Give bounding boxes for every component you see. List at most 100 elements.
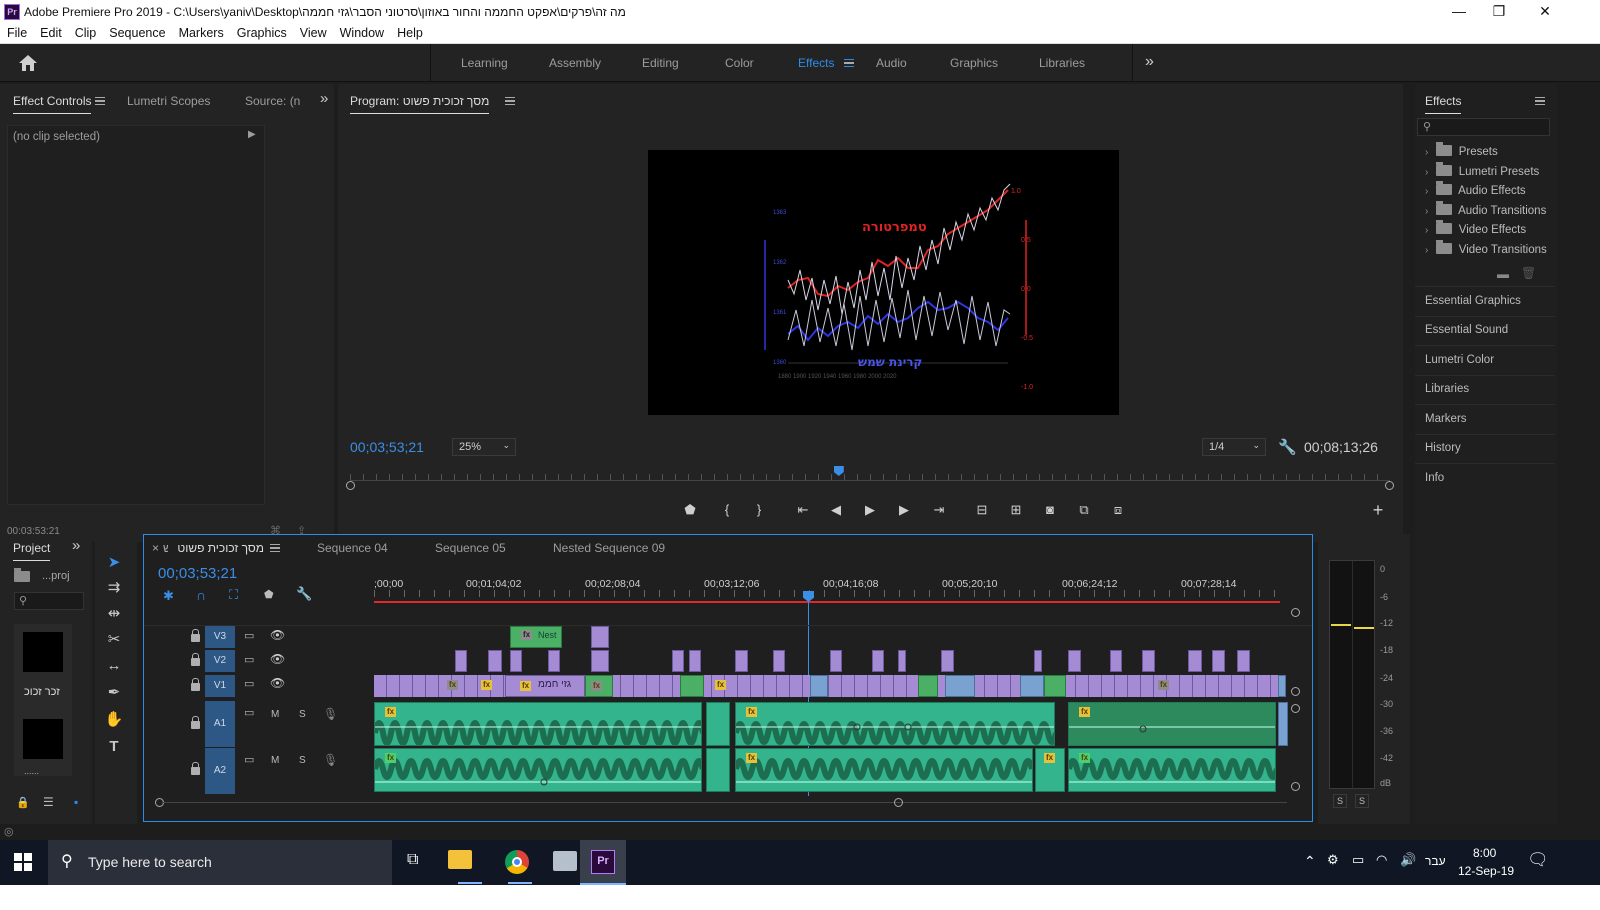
lock-icon[interactable] — [191, 678, 200, 691]
audio-clip[interactable]: fx — [735, 702, 1055, 746]
workspace-audio[interactable]: Audio — [876, 56, 907, 70]
video-clip[interactable] — [1237, 650, 1250, 672]
notifications-icon[interactable]: 🗨 — [1527, 850, 1549, 870]
audio-clip[interactable] — [706, 748, 730, 792]
tab-nested-sequence-09[interactable]: Nested Sequence 09 — [553, 541, 665, 555]
comparison-view-icon[interactable]: ⧉ — [1075, 502, 1093, 518]
list-view-icon[interactable]: ☰ — [43, 795, 54, 809]
video-clip[interactable] — [872, 650, 884, 672]
nest-toggle-icon[interactable]: ✱ — [163, 588, 174, 604]
track-a2-label[interactable]: A2 — [205, 748, 235, 794]
photos-app-icon[interactable] — [553, 851, 577, 871]
project-lock-icon[interactable]: 🔒 — [16, 796, 30, 809]
blue-clip[interactable] — [1020, 675, 1044, 697]
tab-sequence-main[interactable]: מסך זכוכית פשוט — [168, 541, 264, 555]
solo-button[interactable]: S — [299, 709, 306, 720]
green-clip[interactable]: fx — [585, 675, 613, 697]
vertical-scroll-handle[interactable] — [1291, 687, 1300, 696]
chrome-icon[interactable] — [505, 850, 529, 874]
sync-lock-icon[interactable]: ▭ — [244, 706, 254, 719]
tab-lumetri-scopes[interactable]: Lumetri Scopes — [127, 94, 210, 108]
restore-button[interactable]: ❐ — [1484, 2, 1514, 22]
audio-clip[interactable]: fx — [374, 702, 702, 746]
horizontal-scroll-handle[interactable] — [894, 798, 903, 807]
blue-clip[interactable] — [810, 675, 828, 697]
tab-source[interactable]: Source: (n — [245, 94, 300, 108]
lock-icon[interactable] — [191, 653, 200, 666]
close-button[interactable]: ✕ — [1530, 2, 1560, 22]
go-to-out-icon[interactable]: ⇥ — [930, 502, 948, 518]
volume-icon[interactable]: 🔊 — [1400, 852, 1416, 868]
network-icon[interactable]: ⚙ — [1327, 852, 1339, 868]
clock-time[interactable]: 8:00 — [1473, 846, 1496, 860]
step-back-icon[interactable]: ◀ — [827, 502, 845, 518]
thumbnail-sequence[interactable] — [23, 632, 63, 672]
lock-icon[interactable] — [191, 762, 200, 775]
chevron-up-icon[interactable]: ⌃ — [1304, 853, 1316, 870]
audio-clip[interactable] — [1278, 702, 1288, 746]
mark-out-icon[interactable]: } — [750, 502, 768, 518]
audio-clip[interactable]: fx — [735, 748, 1033, 792]
taskbar-search-box[interactable]: ⚲ Type here to search — [48, 840, 392, 885]
file-explorer-icon[interactable] — [448, 850, 472, 869]
ripple-edit-tool-icon[interactable]: ⇹ — [104, 604, 124, 624]
mute-button[interactable]: M — [271, 709, 279, 720]
mute-button[interactable]: M — [271, 755, 279, 766]
video-clip[interactable] — [591, 626, 609, 648]
workspace-libraries[interactable]: Libraries — [1039, 56, 1085, 70]
wifi-icon[interactable]: ◠ — [1376, 852, 1387, 868]
audio-clip[interactable]: fx — [1068, 748, 1276, 792]
effects-menu-icon[interactable] — [1535, 97, 1545, 105]
video-clip[interactable] — [1034, 650, 1042, 672]
icon-view-icon[interactable]: ▪ — [74, 795, 78, 809]
vertical-scroll-handle[interactable] — [1291, 782, 1300, 791]
menu-view[interactable]: View — [293, 24, 333, 40]
tab-effect-controls[interactable]: Effect Controls — [13, 94, 92, 114]
effects-search-input[interactable]: ⚲ — [1417, 118, 1550, 136]
settings-wrench-icon[interactable]: 🔧 — [296, 586, 312, 602]
windows-start-icon[interactable] — [14, 853, 32, 871]
expand-arrow-icon[interactable]: ▶ — [248, 129, 256, 140]
video-clip[interactable] — [672, 650, 684, 672]
solo-right-button[interactable]: S — [1355, 794, 1369, 808]
button-editor-icon[interactable]: + — [1369, 501, 1387, 519]
panel-libraries[interactable]: Libraries — [1425, 383, 1469, 395]
program-scrub-bar[interactable] — [350, 480, 1390, 481]
timeline-timecode[interactable]: 00;03;53;21 — [158, 565, 237, 582]
new-bin-icon[interactable]: ▬ — [1497, 267, 1509, 281]
video-clip[interactable] — [591, 650, 609, 672]
track-v1-label[interactable]: V1 — [205, 675, 235, 697]
tab-sequence-05[interactable]: Sequence 05 — [435, 541, 506, 555]
video-clip[interactable] — [689, 650, 701, 672]
video-clip[interactable] — [455, 650, 467, 672]
menu-help[interactable]: Help — [390, 24, 429, 40]
panel-essential-graphics[interactable]: Essential Graphics — [1425, 295, 1521, 307]
lock-icon[interactable] — [191, 629, 200, 642]
microphone-icon[interactable]: 🎙 — [323, 753, 338, 767]
effects-item-presets[interactable]: › Presets — [1425, 142, 1498, 158]
workspace-learning[interactable]: Learning — [461, 56, 508, 70]
menu-edit[interactable]: Edit — [33, 24, 68, 40]
add-marker-icon[interactable]: ⬟ — [681, 502, 699, 518]
snap-magnet-icon[interactable]: ∩ — [196, 587, 206, 603]
step-forward-icon[interactable]: ▶ — [895, 502, 913, 518]
effects-item-video-effects[interactable]: › Video Effects — [1425, 220, 1526, 236]
track-v2-label[interactable]: V2 — [205, 650, 235, 672]
video-clip[interactable] — [1110, 650, 1122, 672]
slip-tool-icon[interactable]: ↔ — [104, 656, 124, 676]
timeline-menu-icon[interactable] — [270, 544, 280, 552]
video-clip[interactable]: fx גזי חממ — [505, 675, 585, 697]
workspace-effects[interactable]: Effects — [798, 56, 834, 70]
blue-clip[interactable] — [945, 675, 975, 697]
type-tool-icon[interactable]: T — [104, 737, 124, 757]
audio-clip[interactable]: fx — [374, 748, 702, 792]
play-icon[interactable]: ▶ — [861, 502, 879, 518]
blue-clip[interactable] — [1278, 675, 1286, 697]
video-clip[interactable] — [1068, 650, 1081, 672]
video-clip[interactable] — [1142, 650, 1155, 672]
audio-clip[interactable] — [706, 702, 730, 746]
resolution-select[interactable]: 1/4 ⌄ — [1202, 438, 1266, 456]
menu-file[interactable]: File — [0, 24, 33, 40]
menu-graphics[interactable]: Graphics — [230, 24, 293, 40]
mark-in-icon[interactable]: { — [718, 502, 736, 518]
